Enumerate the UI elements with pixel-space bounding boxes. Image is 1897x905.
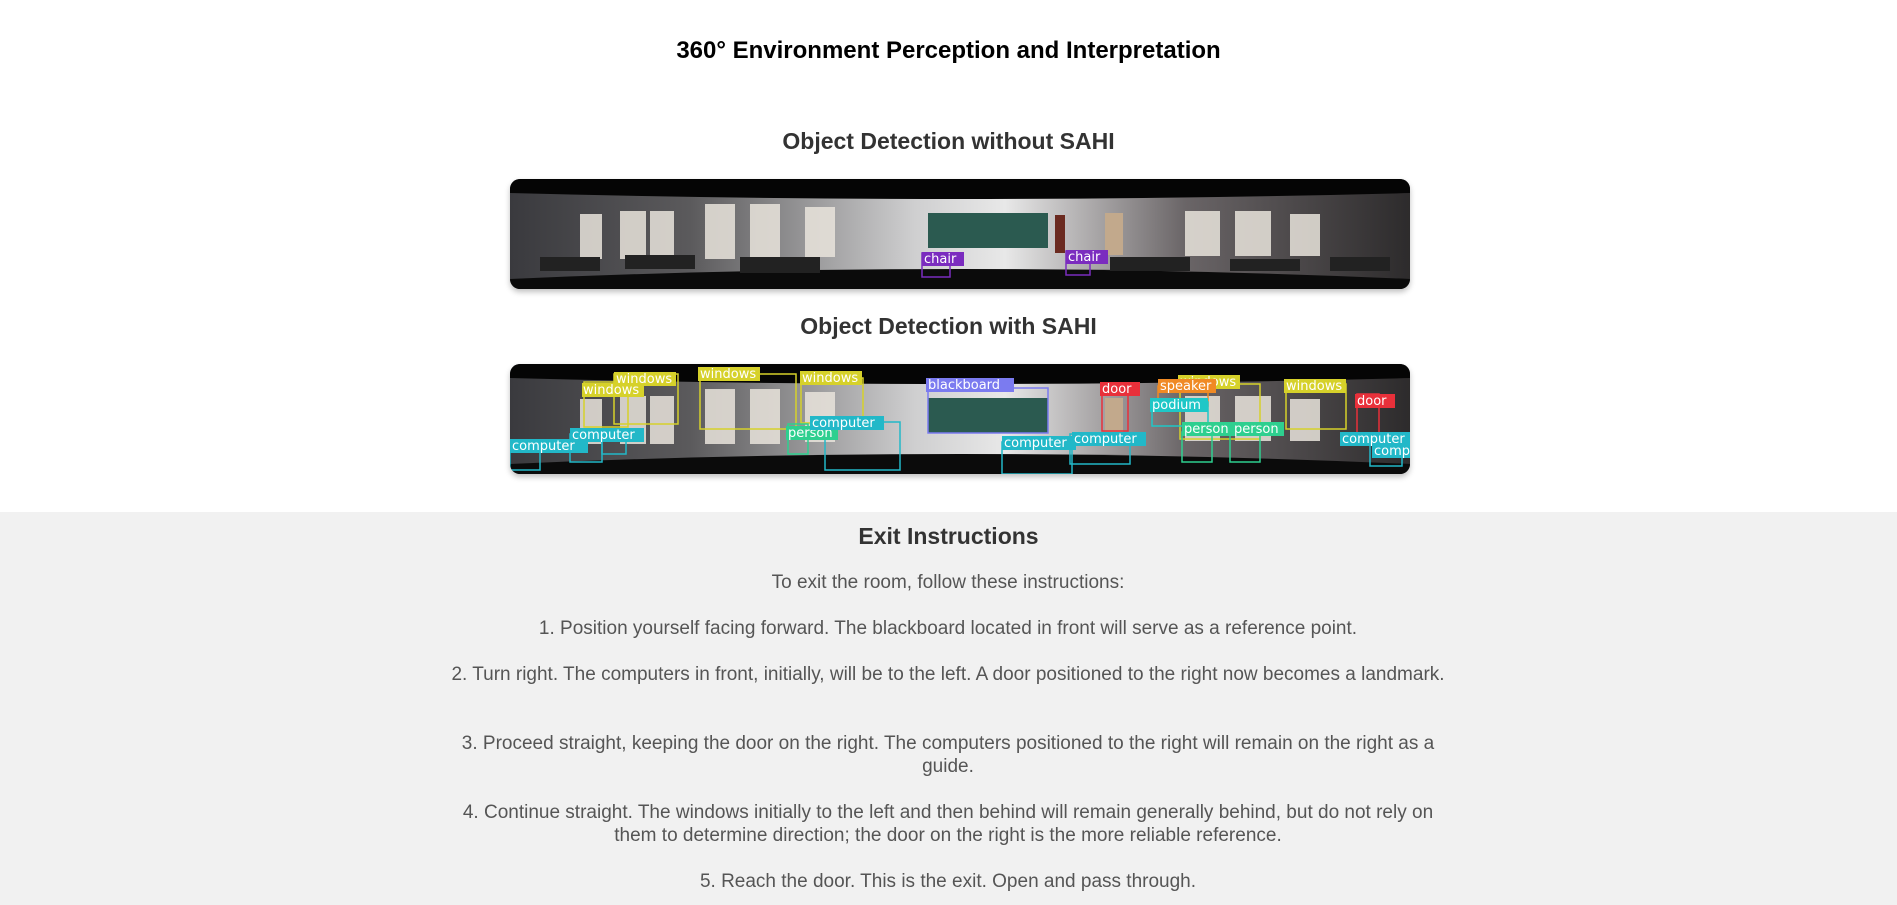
exit-step-3: 3. Proceed straight, keeping the door on…: [461, 733, 1435, 777]
exit-step-2: 2. Turn right. The computers in front, i…: [451, 664, 1445, 685]
exit-step-5: 5. Reach the door. This is the exit. Ope…: [699, 871, 1197, 892]
detection-label: computer: [512, 439, 575, 454]
exit-intro: To exit the room, follow these instructi…: [771, 572, 1125, 593]
detection-box: person: [1182, 422, 1234, 437]
detection-label: podium: [1152, 398, 1201, 413]
detection-label: windows: [583, 383, 639, 398]
detection-label: windows: [700, 367, 756, 382]
detection-box: computer: [1002, 436, 1076, 451]
detection-label: computer: [572, 428, 635, 443]
detection-box: windows: [582, 383, 644, 398]
detection-box: windows: [698, 367, 760, 382]
detection-label: chair: [1068, 250, 1101, 265]
detection-label: door: [1102, 382, 1132, 397]
detection-box: podium: [1150, 398, 1208, 413]
exit-instructions-title: Exit Instructions: [858, 523, 1039, 549]
detection-box: computer: [1372, 444, 1410, 459]
panorama-image-with-sahi: windows windows windows windows windows …: [510, 364, 1410, 474]
detection-label: computer: [812, 416, 875, 431]
panorama-with-sahi: windows windows windows windows windows …: [510, 364, 1410, 474]
exit-step-4: 4. Continue straight. The windows initia…: [462, 802, 1434, 846]
detection-box: windows: [1284, 379, 1346, 394]
detection-label: door: [1357, 394, 1387, 409]
detection-label: person: [1234, 422, 1279, 437]
page-title: 360° Environment Perception and Interpre…: [676, 37, 1221, 64]
panorama-without-sahi: chair chair: [510, 179, 1410, 289]
detection-box: speaker: [1158, 379, 1216, 394]
detection-label: computer: [1074, 432, 1137, 447]
detection-label: computer: [1004, 436, 1067, 451]
panorama-image-without-sahi: chair chair: [510, 179, 1410, 289]
detection-box: windows: [800, 371, 862, 386]
detection-box: computer: [1072, 432, 1146, 447]
detection-label: chair: [924, 252, 957, 267]
detection-section: 360° Environment Perception and Interpre…: [0, 0, 1897, 512]
with-sahi-title: Object Detection with SAHI: [800, 313, 1097, 339]
detection-box: door: [1100, 382, 1140, 397]
detection-label: windows: [802, 371, 858, 386]
detection-label: computer: [1374, 444, 1410, 459]
detection-box: person: [1232, 422, 1284, 437]
detection-box: computer: [810, 416, 884, 431]
detection-label: blackboard: [928, 378, 1000, 393]
detection-box: blackboard: [926, 378, 1014, 393]
detection-label: windows: [1286, 379, 1342, 394]
exit-instructions-panel: Exit Instructions To exit the room, foll…: [0, 512, 1897, 905]
detection-box: door: [1355, 394, 1395, 409]
detection-label: person: [1184, 422, 1229, 437]
detection-box: computer: [570, 428, 644, 443]
detection-label: speaker: [1160, 379, 1212, 394]
without-sahi-title: Object Detection without SAHI: [782, 128, 1115, 154]
exit-step-1: 1. Position yourself facing forward. The…: [538, 618, 1358, 639]
